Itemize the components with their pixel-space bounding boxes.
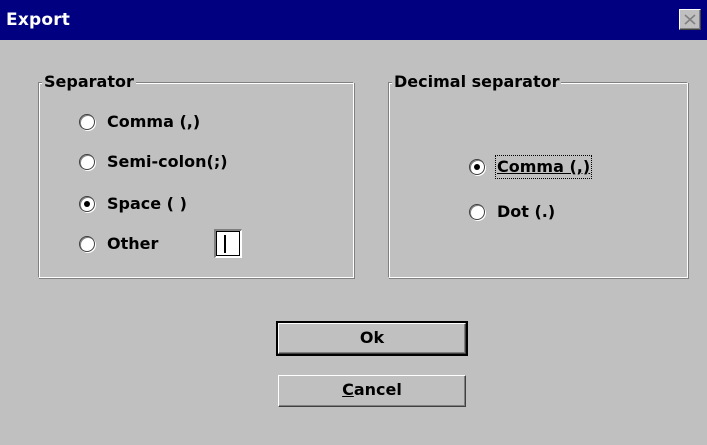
radio-separator-comma[interactable]: Comma (,): [79, 111, 200, 133]
radio-button-circle[interactable]: [79, 114, 95, 130]
radio-label: Space ( ): [107, 194, 187, 213]
separator-group-label: Separator: [42, 72, 136, 92]
export-dialog: Export Separator Comma (,) Semi-colon(;)…: [0, 0, 707, 445]
radio-label: Comma (,): [494, 155, 593, 179]
radio-button-circle[interactable]: [79, 236, 95, 252]
decimal-separator-group-label: Decimal separator: [392, 72, 562, 92]
window-title: Export: [6, 10, 71, 30]
other-separator-input[interactable]: [214, 229, 242, 258]
radio-button-circle[interactable]: [79, 196, 95, 212]
radio-separator-semicolon[interactable]: Semi-colon(;): [79, 151, 228, 173]
radio-label: Comma (,): [107, 112, 201, 131]
radio-decimal-dot[interactable]: Dot (.): [469, 201, 555, 223]
radio-button-circle[interactable]: [79, 154, 95, 170]
cancel-button-label: ancel: [353, 380, 402, 399]
radio-label: Dot (.): [497, 202, 556, 221]
radio-separator-other[interactable]: Other: [79, 233, 158, 255]
cancel-button[interactable]: Cancel: [278, 375, 466, 407]
text-caret: [224, 235, 226, 253]
ok-button-label: Ok: [359, 328, 385, 347]
cancel-mnemonic: C: [342, 380, 354, 399]
radio-decimal-comma[interactable]: Comma (,): [469, 155, 593, 179]
radio-separator-space[interactable]: Space ( ): [79, 193, 187, 215]
title-bar[interactable]: Export: [0, 0, 707, 40]
close-icon: [684, 14, 696, 25]
decimal-separator-group: Decimal separator: [388, 72, 688, 278]
radio-label: Other: [107, 234, 159, 253]
close-button[interactable]: [679, 9, 701, 30]
radio-label: Semi-colon(;): [107, 152, 228, 171]
ok-button[interactable]: Ok: [276, 321, 468, 356]
radio-button-circle[interactable]: [469, 159, 485, 175]
radio-button-circle[interactable]: [469, 204, 485, 220]
